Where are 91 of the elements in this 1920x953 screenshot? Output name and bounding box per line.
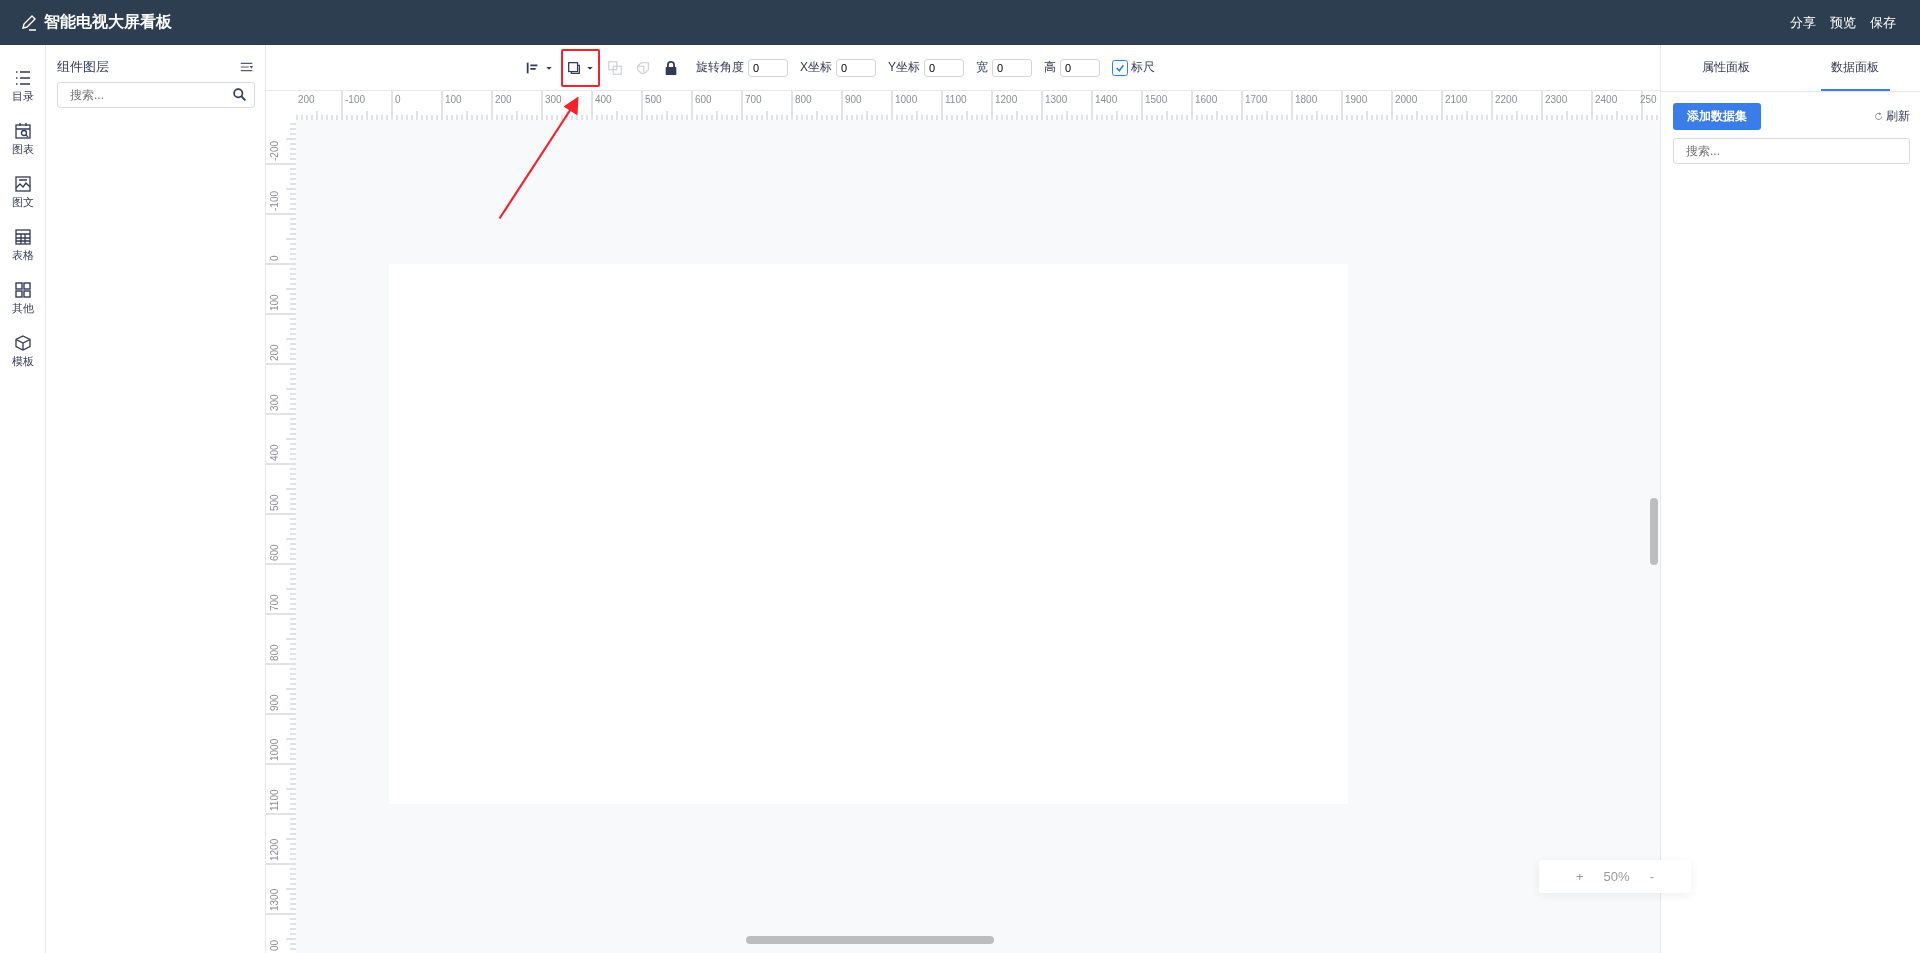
pencil-icon (20, 13, 38, 32)
nav-item[interactable]: 图文 (11, 175, 34, 210)
input-field[interactable]: 0 (924, 58, 965, 77)
checkbox-label: 标尺 (1131, 59, 1156, 76)
zoom-level: 50% (1603, 869, 1630, 884)
ruler-label: 300 (545, 94, 562, 105)
ruler-label: 2200 (1495, 94, 1518, 105)
grid-icon (13, 281, 32, 299)
ruler-label: 2000 (1395, 94, 1418, 105)
ruler-label: 1300 (269, 888, 280, 911)
ruler-label: 1100 (945, 94, 967, 105)
nav-item[interactable]: 模板 (11, 334, 34, 369)
nav-item[interactable]: 图表 (11, 122, 34, 157)
ruler-label: 200 (495, 94, 512, 105)
ruler-label: 300 (269, 394, 280, 411)
ruler-label: 1000 (895, 94, 918, 105)
ruler-label: 100 (445, 94, 462, 105)
ruler-label: 600 (269, 544, 280, 561)
ruler-label: 1000 (269, 738, 280, 761)
search-field[interactable]: 搜索... (1673, 138, 1910, 164)
ruler-label: 1100 (269, 789, 280, 811)
ruler-label: 200 (298, 94, 315, 105)
add-dataset-button[interactable]: 添加数据集 (1673, 103, 1761, 130)
field-label: 宽 (976, 59, 989, 76)
ruler-label: 1200 (995, 94, 1018, 105)
toolbar-button[interactable] (561, 48, 600, 87)
ruler-label: 1300 (1045, 94, 1068, 105)
ruler-label: -100 (345, 94, 365, 105)
ruler-label: 800 (795, 94, 812, 105)
ruler-label: -200 (269, 141, 280, 161)
ruler-label: 0 (269, 255, 280, 261)
checkbox[interactable] (1112, 59, 1129, 76)
ruler-label: 1200 (269, 838, 280, 861)
ruler-label: 700 (745, 94, 762, 105)
panel-title: 组件图层 (57, 58, 109, 76)
input-field[interactable]: 0 (992, 58, 1033, 77)
table-icon (13, 228, 32, 246)
ruler-label: 500 (269, 494, 280, 511)
field-label: Y坐标 (888, 59, 921, 76)
scrollbar-thumb[interactable] (746, 936, 994, 944)
ruler-label: 400 (595, 94, 612, 105)
ruler-label: 800 (269, 644, 280, 661)
nav-item[interactable]: 目录 (11, 69, 34, 104)
nav-item[interactable]: 其他 (11, 281, 34, 316)
ruler-label: 100 (269, 294, 280, 311)
ruler-label: 1600 (1195, 94, 1218, 105)
scrollbar-thumb[interactable] (1650, 498, 1658, 565)
ruler-label: 900 (269, 694, 280, 711)
ruler-label: 400 (269, 444, 280, 461)
image-icon (13, 175, 32, 193)
lock-icon (663, 59, 679, 76)
refresh-icon (1873, 111, 1884, 122)
ruler-label: 1500 (1145, 94, 1168, 105)
input-field[interactable]: 0 (1060, 58, 1101, 77)
ruler-label: 700 (269, 594, 280, 611)
ruler-label: 1400 (1095, 94, 1118, 105)
list-icon (13, 69, 32, 87)
search-icon (232, 87, 247, 102)
ruler-label: 1800 (1295, 94, 1318, 105)
input-field[interactable]: 0 (748, 58, 788, 77)
field-label: 旋转角度 (696, 59, 744, 76)
input-field[interactable]: 0 (836, 58, 876, 77)
search-field[interactable]: 搜索... (57, 82, 255, 108)
ruler-label: 1900 (1345, 94, 1368, 105)
ruler-label: 00 (269, 939, 280, 951)
ruler-label: 250 (1640, 94, 1657, 105)
ruler-label: 0 (395, 94, 401, 105)
field-label: 高 (1044, 59, 1057, 76)
calendar-icon (13, 122, 32, 140)
ruler-label: 500 (645, 94, 662, 105)
copy-icon (607, 59, 623, 76)
nav-item[interactable]: 表格 (11, 228, 34, 263)
app-title: 智能电视大屏看板 (44, 12, 172, 32)
ruler-label: 2100 (1445, 94, 1468, 105)
header-button[interactable]: 分享 (1786, 9, 1820, 36)
ruler-label: 2300 (1545, 94, 1568, 105)
ruler-label: -100 (269, 191, 280, 211)
field-label: X坐标 (800, 59, 832, 76)
ruler-label: 200 (269, 344, 280, 361)
header-button[interactable]: 保存 (1866, 9, 1900, 36)
panel-tab[interactable]: 数据面板 (1820, 45, 1890, 91)
ruler-label: 1700 (1245, 94, 1268, 105)
panel-tab[interactable]: 属性面板 (1691, 45, 1761, 91)
refresh-button[interactable]: 刷新 (1873, 108, 1910, 125)
layers-icon (566, 59, 582, 76)
shape-icon (635, 59, 651, 76)
ruler-label: 600 (695, 94, 712, 105)
cube-icon (13, 334, 32, 352)
ruler-label: 900 (845, 94, 862, 105)
header-button[interactable]: 预览 (1826, 9, 1860, 36)
ruler-label: 2400 (1595, 94, 1618, 105)
